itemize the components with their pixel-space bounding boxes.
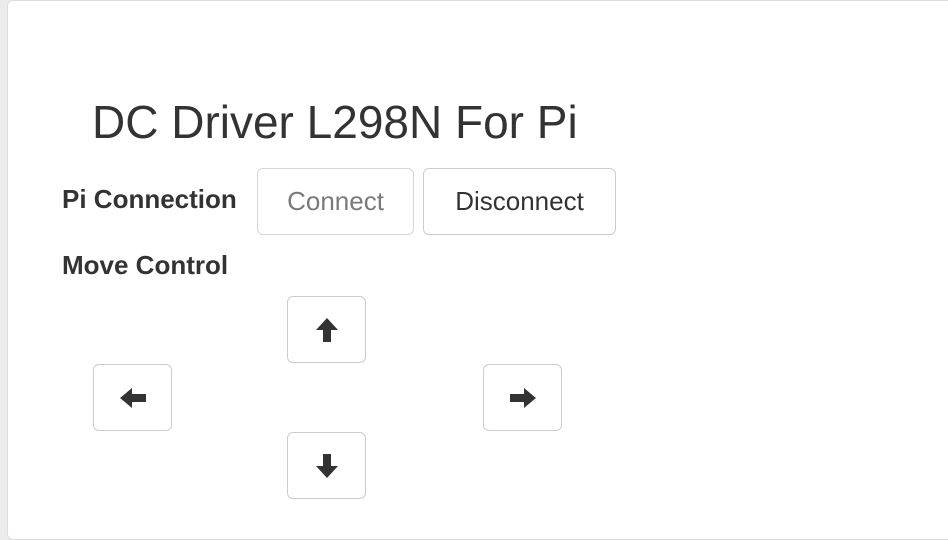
- move-right-button[interactable]: [483, 364, 562, 431]
- arrow-down-icon: [315, 453, 338, 478]
- arrow-left-icon: [119, 387, 146, 408]
- move-control-label: Move Control: [62, 250, 229, 280]
- arrow-up-icon: [315, 317, 338, 342]
- connect-button[interactable]: Connect: [257, 168, 414, 235]
- move-down-button[interactable]: [287, 432, 366, 499]
- arrow-right-icon: [509, 387, 536, 408]
- move-left-button[interactable]: [93, 364, 172, 431]
- page-title: DC Driver L298N For Pi: [92, 96, 578, 148]
- pi-connection-label: Pi Connection: [62, 184, 237, 214]
- move-up-button[interactable]: [287, 296, 366, 363]
- disconnect-button[interactable]: Disconnect: [423, 168, 616, 235]
